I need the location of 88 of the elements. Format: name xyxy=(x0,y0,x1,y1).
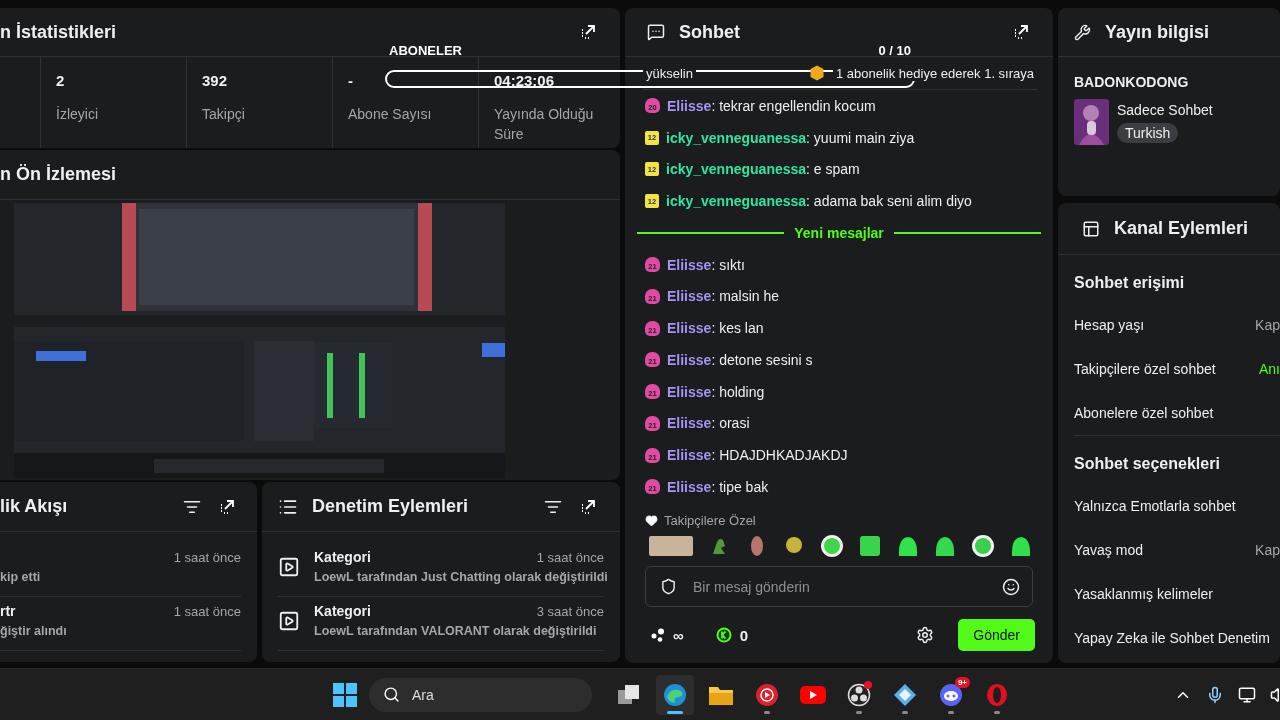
action-text: LoewL tarafından VALORANT olarak değiştirildi xyxy=(314,623,598,640)
chat-message: Eliisse: tekrar engellendin kocum xyxy=(667,97,876,114)
setting-label[interactable]: Hesap yaşı xyxy=(1074,317,1145,333)
coin-icon xyxy=(715,627,732,643)
chat-message: Eliisse: detone sesini s xyxy=(667,351,813,368)
chat-icon xyxy=(647,23,665,41)
section-title: Sohbet seçenekleri xyxy=(1074,454,1221,474)
setting-label[interactable]: Takipçilere özel sohbet xyxy=(1074,361,1216,377)
setting-label[interactable]: Yalnızca Emotlarla sohbet xyxy=(1074,498,1236,514)
send-button[interactable]: Gönder xyxy=(958,619,1035,651)
panel-title: Denetim Eylemleri xyxy=(312,496,469,517)
activity-time: 1 saat önce xyxy=(173,549,241,565)
chat-message: Eliisse: sıktı xyxy=(667,256,745,273)
stream-title: BADONKODONG xyxy=(1074,73,1190,91)
setting-label[interactable]: Abonelere özel sohbet xyxy=(1074,405,1214,421)
popout-icon[interactable] xyxy=(1013,24,1029,40)
category-name: Sadece Sohbet xyxy=(1117,101,1213,120)
chat-message: Eliisse: holding xyxy=(667,383,765,400)
action-title: Kategori xyxy=(314,603,371,619)
coin-count: 0 xyxy=(739,626,749,644)
settings-icon[interactable] xyxy=(916,626,935,644)
popout-icon[interactable] xyxy=(219,498,235,515)
coin-icon xyxy=(809,65,825,81)
section-title: Sohbet erişimi xyxy=(1074,273,1186,293)
chat-message: Eliisse: malsin he xyxy=(667,288,780,305)
setting-value[interactable]: Kap xyxy=(1255,317,1280,333)
emote-section-label: Takipçilere Özel xyxy=(664,512,756,528)
chat-message: Eliisse: HDAJDHKADJAKDJ xyxy=(667,447,848,464)
emote-icon[interactable] xyxy=(971,533,996,558)
notification-badge: 9+ xyxy=(954,676,970,688)
search-box[interactable]: Ara xyxy=(369,677,592,712)
heart-icon xyxy=(645,513,658,527)
emote-icon[interactable] xyxy=(649,533,693,558)
goal-count: 0 / 10 xyxy=(878,43,911,58)
points-icon xyxy=(651,628,665,642)
language-tag: Turkish xyxy=(1117,123,1179,143)
panel-title: Kanal Eylemleri xyxy=(1114,218,1249,239)
stat-value: 04:23:06 xyxy=(494,72,556,90)
panel-title: n Ön İzlemesi xyxy=(0,164,117,185)
panel-title: Sohbet xyxy=(679,21,740,43)
new-messages-divider: Yeni mesajlar xyxy=(794,224,884,241)
activity-text: kip etti xyxy=(0,569,42,586)
shield-icon xyxy=(660,578,677,595)
chat-message: icky_venneguanessa: yuumi main ziya xyxy=(666,129,915,146)
points-count: ∞ xyxy=(673,626,684,644)
popout-icon[interactable] xyxy=(580,24,596,40)
goal-title: ABONELER xyxy=(389,43,462,58)
emote-icon[interactable] xyxy=(820,533,845,558)
chat-message: Eliisse: tipe bak xyxy=(667,478,769,495)
action-title: Kategori xyxy=(314,549,371,565)
stat-label: Abone Sayısı xyxy=(348,105,433,124)
panel-title: lik Akışı xyxy=(0,496,68,517)
chat-message: Eliisse: kes lan xyxy=(667,320,764,337)
setting-value[interactable]: Kap xyxy=(1255,542,1280,558)
stat-value: 392 xyxy=(202,72,229,90)
layout-icon xyxy=(1082,219,1100,238)
stat-label: İzleyici xyxy=(56,105,99,124)
video-box-icon xyxy=(278,610,300,632)
video-box-icon xyxy=(278,556,300,578)
search-icon[interactable] xyxy=(383,686,400,703)
search-field[interactable]: Ara xyxy=(410,685,530,704)
microphone-icon[interactable] xyxy=(1206,685,1224,704)
setting-value[interactable]: Anı xyxy=(1259,361,1280,377)
browser-icon[interactable] xyxy=(656,674,694,715)
emote-icon[interactable] xyxy=(857,533,882,558)
activity-time: 1 saat önce xyxy=(173,603,241,619)
emoji-icon[interactable] xyxy=(1002,577,1020,596)
setting-label[interactable]: Yapay Zeka ile Sohbet Denetim xyxy=(1074,630,1270,646)
message-box[interactable]: Bir mesaj gönderin xyxy=(645,566,1033,607)
panel-title: Yayın bilgisi xyxy=(1105,21,1210,43)
activity-text: ğiştir alındı xyxy=(0,623,68,640)
message-field[interactable]: Bir mesaj gönderin xyxy=(691,577,988,596)
start-icon[interactable] xyxy=(333,682,357,707)
setting-label[interactable]: Yasaklanmış kelimeler xyxy=(1074,586,1213,602)
wrench-icon xyxy=(1074,23,1091,41)
chat-message: Eliisse: orasi xyxy=(667,415,750,432)
stat-value: - xyxy=(348,72,354,90)
stat-label: Takipçi xyxy=(202,105,246,124)
stat-value: 2 xyxy=(56,72,66,90)
popout-icon[interactable] xyxy=(580,498,596,515)
action-time: 1 saat önce xyxy=(536,549,604,565)
action-time: 3 saat önce xyxy=(536,603,604,619)
setting-label[interactable]: Yavaş mod xyxy=(1074,542,1143,558)
stat-label: Yayında Olduğu Süre xyxy=(494,105,595,144)
activity-title: rtr xyxy=(0,603,16,619)
panel-title: n İstatistikleri xyxy=(0,21,117,43)
chat-message: icky_venneguanessa: e spam xyxy=(666,161,860,178)
chat-message: icky_venneguanessa: adama bak seni alim diyo xyxy=(666,193,972,210)
